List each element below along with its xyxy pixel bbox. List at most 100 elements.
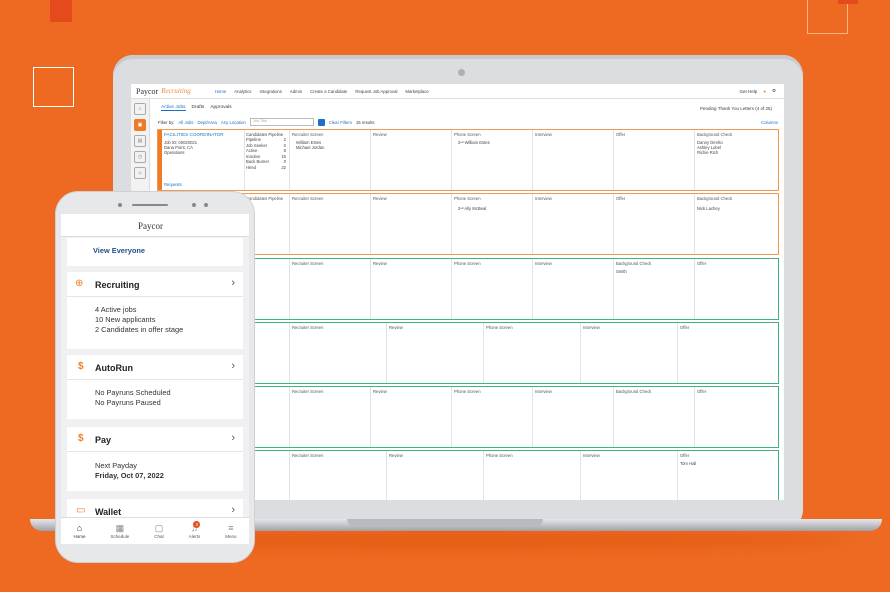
phone-camera-dots: [118, 203, 210, 207]
candidate-name[interactable]: Tom Hall: [680, 461, 696, 466]
nav-home[interactable]: Home: [215, 89, 226, 94]
stage-header: Background Check: [697, 132, 733, 137]
phone-tab-bar: ⌂ Home ▦ Schedule ▢ Chat ♫ Alerts 3 ≡ Menu: [61, 517, 249, 544]
phone-logo: Paycor: [138, 221, 163, 231]
divider: [694, 387, 695, 447]
job-card[interactable]: FACILITIES COORDINATOR Job ID: 00020021 …: [157, 129, 779, 191]
stage-header: Recruiter Screen: [292, 389, 324, 394]
wallet-icon: ▭: [76, 505, 86, 516]
divider: [613, 259, 614, 319]
brand-logo[interactable]: Paycor: [136, 87, 158, 96]
candidate-name[interactable]: Nick Lachey: [697, 206, 720, 211]
clear-filters-link[interactable]: Clear Filters: [329, 120, 352, 125]
columns-link[interactable]: Columns: [761, 120, 778, 125]
job-title[interactable]: FACILITIES COORDINATOR: [164, 132, 224, 137]
stage-header: Review: [373, 261, 387, 266]
divider: [370, 259, 371, 319]
recruiting-line: 10 New applicants: [95, 315, 156, 324]
nav-marketplace[interactable]: Marketplace: [405, 89, 428, 94]
divider: [677, 323, 678, 383]
recruiting-title[interactable]: Recruiting: [95, 280, 140, 290]
nav-request-approval[interactable]: Request Job Approval: [355, 89, 397, 94]
divider: [289, 259, 290, 319]
autorun-card[interactable]: $ AutoRun › No Payruns Scheduled No Payr…: [67, 355, 243, 419]
tab-menu[interactable]: ≡ Menu: [225, 518, 236, 544]
search-button[interactable]: [317, 118, 325, 126]
stage-header: Review: [373, 132, 387, 137]
autorun-line: No Payruns Paused: [95, 398, 161, 407]
help-link[interactable]: Get Help: [739, 89, 757, 94]
divider: [677, 451, 678, 500]
candidate-name[interactable]: 2ⁿᵈ Ally McBeal: [458, 206, 486, 211]
tab-chat[interactable]: ▢ Chat: [154, 518, 164, 544]
divider: [483, 451, 484, 500]
candidate-name[interactable]: Michael Jordan: [296, 145, 324, 150]
decor-square: [50, 0, 72, 22]
wallet-title[interactable]: Wallet: [95, 507, 121, 517]
nav-create-candidate[interactable]: Create a Candidate: [310, 89, 347, 94]
stage-header: Phone Screen: [454, 389, 481, 394]
tab-drafts[interactable]: Drafts: [192, 105, 205, 111]
gear-icon[interactable]: ⚙: [772, 88, 776, 94]
stage-header: Recruiter Screen: [292, 196, 324, 201]
pipeline-header: Candidates Pipeline: [246, 196, 284, 201]
tab-active-jobs[interactable]: Active Jobs: [161, 105, 186, 111]
stage-header: Review: [389, 325, 403, 330]
job-details-link[interactable]: Requests: [164, 182, 182, 187]
tab-schedule[interactable]: ▦ Schedule: [110, 518, 129, 544]
recruiting-card[interactable]: ⊕ Recruiting › 4 Active jobs 10 New appl…: [67, 272, 243, 349]
candidate-name[interactable]: 2ⁿᵈ William Estes: [458, 140, 490, 145]
job-search-input[interactable]: Job Title: [249, 118, 314, 126]
filter-all-jobs[interactable]: All Jobs: [178, 120, 193, 125]
tab-label: Schedule: [110, 534, 130, 539]
document-icon[interactable]: ▤: [134, 135, 146, 147]
divider: [532, 130, 533, 190]
divider: [532, 259, 533, 319]
recruiting-line: 4 Active jobs: [95, 305, 137, 314]
recruiting-line: 2 Candidates in offer stage: [95, 325, 184, 334]
tab-approvals[interactable]: Approvals: [210, 105, 231, 111]
view-everyone-link[interactable]: View Everyone: [93, 246, 145, 255]
view-everyone-row[interactable]: View Everyone: [67, 238, 243, 266]
next-payday-date: Friday, Oct 07, 2022: [95, 471, 164, 480]
stage-header: Recruiter Screen: [292, 453, 324, 458]
tab-home[interactable]: ⌂ Home: [73, 518, 85, 544]
decor-square: [838, 0, 858, 4]
candidate-name[interactable]: Richie Rich: [697, 150, 718, 155]
people-icon[interactable]: ☺: [134, 167, 146, 179]
stage-header: Phone Screen: [454, 132, 481, 137]
search-icon[interactable]: ⌕: [134, 103, 146, 115]
filter-dept[interactable]: Dept/Area: [198, 120, 217, 125]
pay-card[interactable]: $ Pay › Next Payday Friday, Oct 07, 2022: [67, 427, 243, 491]
recruiting-icon[interactable]: ▣: [134, 119, 146, 131]
stage-header: Phone Screen: [454, 261, 481, 266]
decor-square-outline: [807, 0, 848, 34]
notification-icon[interactable]: ●: [763, 89, 766, 94]
phone-header: Paycor: [61, 214, 249, 237]
autorun-title[interactable]: AutoRun: [95, 363, 133, 373]
chevron-right-icon[interactable]: ›: [231, 504, 235, 516]
menu-icon: ≡: [228, 523, 234, 533]
tab-label: Alerts: [188, 534, 201, 539]
clock-icon[interactable]: ◷: [134, 151, 146, 163]
pending-letters-link[interactable]: Pending Thank You Letters (4 of 25): [700, 106, 772, 111]
divider: [532, 194, 533, 254]
nav-analytics[interactable]: Analytics: [234, 89, 251, 94]
chevron-right-icon[interactable]: ›: [231, 277, 235, 289]
pay-title[interactable]: Pay: [95, 435, 111, 445]
filter-location[interactable]: Any Location: [221, 120, 246, 125]
divider: [532, 387, 533, 447]
stage-header: Recruiter Screen: [292, 132, 324, 137]
filter-label: Filter by:: [158, 119, 175, 125]
nav-integrations[interactable]: Integrations: [259, 89, 281, 94]
nav-admin[interactable]: Admin: [290, 89, 302, 94]
chevron-right-icon[interactable]: ›: [231, 432, 235, 444]
tab-alerts[interactable]: ♫ Alerts 3: [189, 518, 201, 544]
chevron-right-icon[interactable]: ›: [231, 360, 235, 372]
divider: [580, 451, 581, 500]
stage-header: Phone Screen: [486, 325, 513, 330]
candidate-name[interactable]: Smith: [616, 269, 627, 274]
divider: [67, 296, 243, 297]
divider: [370, 130, 371, 190]
phone-screen: Paycor View Everyone ⊕ Recruiting › 4 Ac…: [61, 214, 249, 544]
